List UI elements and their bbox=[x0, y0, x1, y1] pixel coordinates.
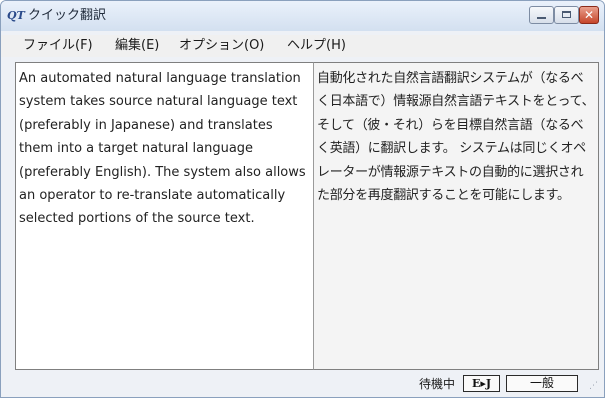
source-text-pane[interactable]: An automated natural language translatio… bbox=[15, 62, 314, 370]
maximize-button[interactable] bbox=[554, 6, 579, 24]
app-icon: QT bbox=[7, 9, 25, 22]
translated-text: 自動化された自然言語翻訳システムが（なるべく日本語で）情報源自然言語テキストをと… bbox=[317, 71, 595, 204]
translation-result-pane[interactable]: 自動化された自然言語翻訳システムが（なるべく日本語で）情報源自然言語テキストをと… bbox=[313, 62, 599, 370]
menu-edit[interactable]: 編集(E) bbox=[115, 38, 159, 54]
field-selector-button[interactable]: 一般 bbox=[506, 375, 578, 392]
window-title: クイック翻訳 bbox=[28, 8, 107, 23]
menu-file[interactable]: ファイル(F) bbox=[23, 38, 93, 54]
minimize-icon bbox=[537, 17, 546, 19]
status-state: 待機中 bbox=[419, 377, 456, 391]
resize-grip-icon[interactable]: ⋰ bbox=[589, 381, 599, 391]
title-bar[interactable]: QT クイック翻訳 ✕ bbox=[1, 1, 604, 31]
close-icon: ✕ bbox=[583, 8, 595, 22]
source-text[interactable]: An automated natural language translatio… bbox=[16, 63, 313, 235]
translation-direction-button[interactable]: E▸J bbox=[463, 375, 500, 392]
close-button[interactable]: ✕ bbox=[579, 6, 599, 24]
status-bar: 待機中 E▸J 一般 ⋰ bbox=[1, 373, 604, 397]
quick-translate-window: QT クイック翻訳 ✕ ファイル(F) 編集(E) オプション(O) ヘルプ(H… bbox=[0, 0, 605, 398]
menu-help[interactable]: ヘルプ(H) bbox=[287, 38, 346, 54]
maximize-icon bbox=[562, 11, 571, 18]
minimize-button[interactable] bbox=[529, 6, 554, 24]
menu-bar: ファイル(F) 編集(E) オプション(O) ヘルプ(H) bbox=[1, 35, 604, 57]
menu-options[interactable]: オプション(O) bbox=[179, 38, 264, 54]
